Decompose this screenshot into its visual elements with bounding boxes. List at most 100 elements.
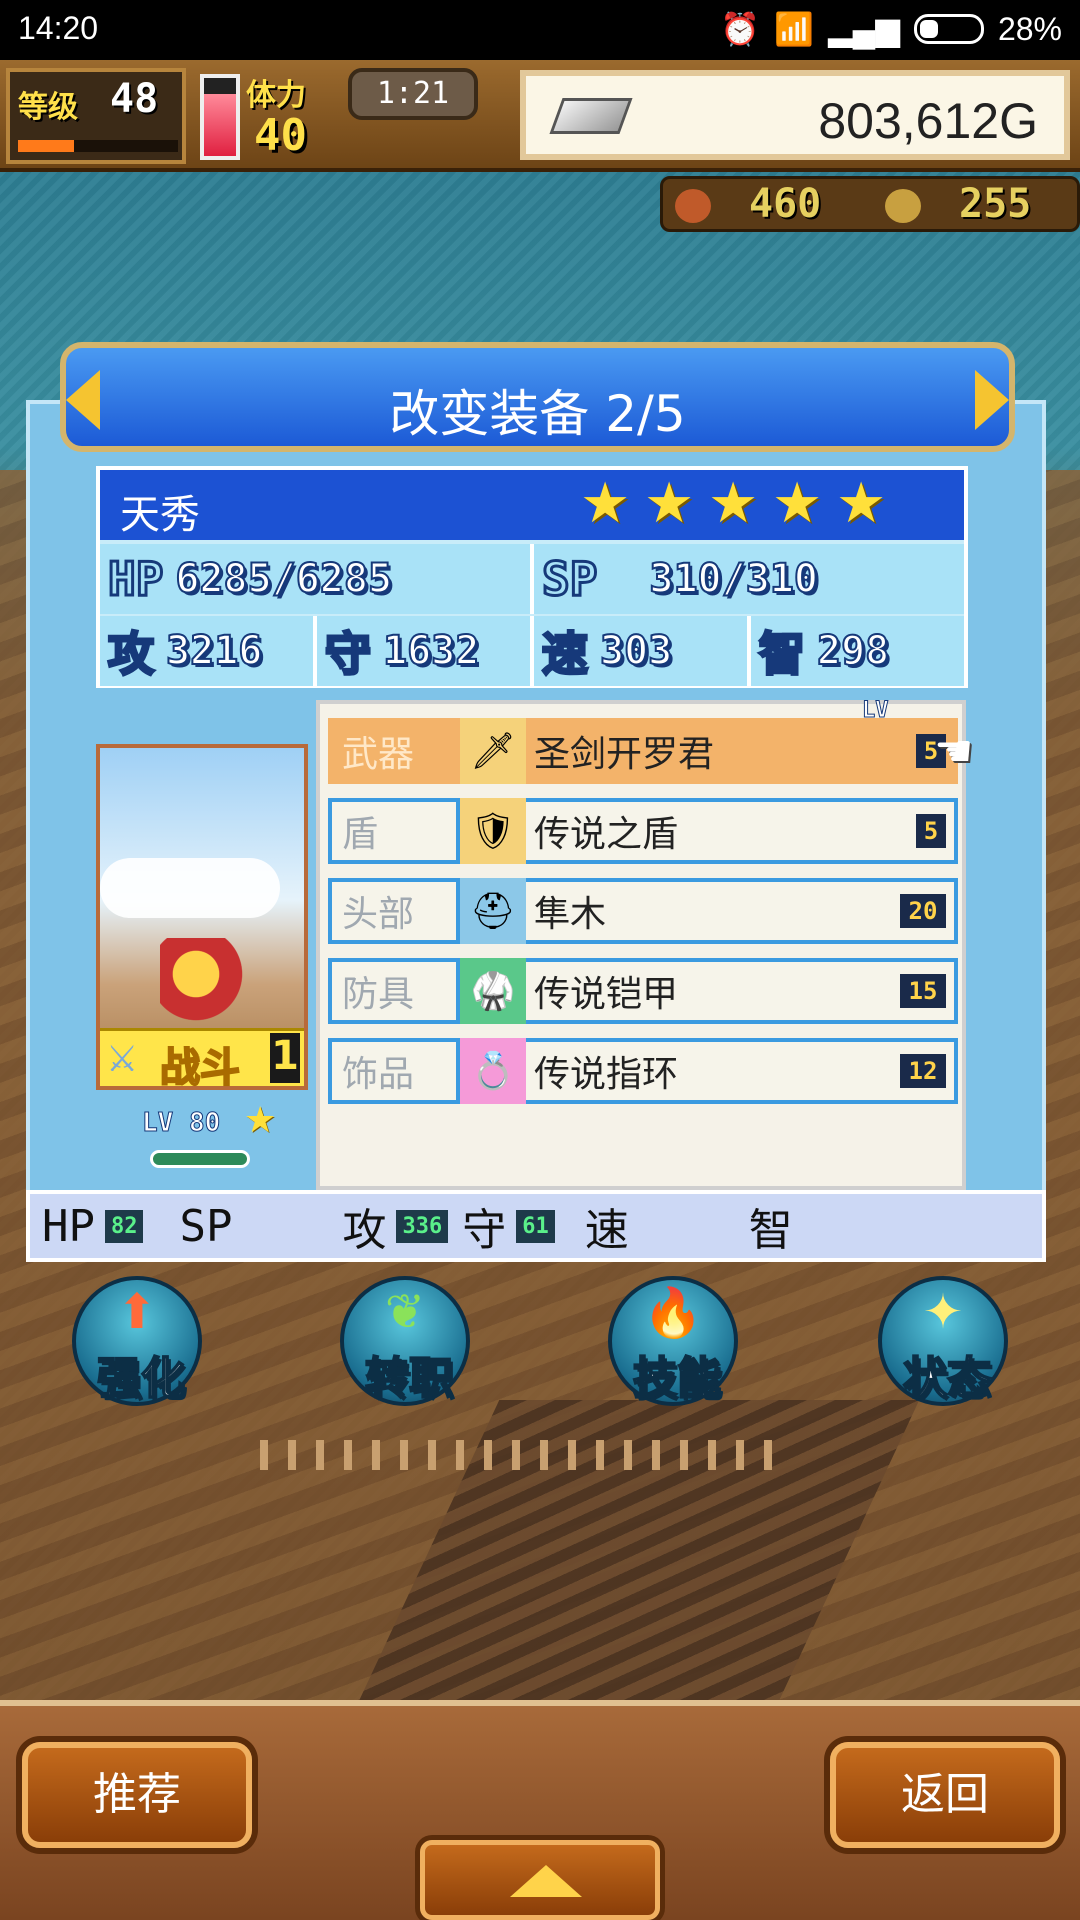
ring-icon: 💍 — [460, 1038, 526, 1104]
stamina-value: 40 — [254, 110, 307, 161]
gold-bar-icon — [549, 98, 633, 134]
clock: 14:20 — [18, 10, 99, 46]
job-change-label: 转职 — [364, 1352, 454, 1405]
attack-value: 3216 — [165, 627, 263, 675]
diff-sp-label: SP — [179, 1200, 233, 1252]
item-name: 隼木 — [534, 894, 607, 935]
leaf-icon: ❦ — [384, 1284, 426, 1340]
triangle-up-icon — [510, 1865, 582, 1897]
recommend-button[interactable]: 推荐 — [22, 1742, 252, 1848]
skill-button[interactable]: 🔥 技能 — [608, 1276, 738, 1406]
flame-icon: 🔥 — [643, 1285, 703, 1341]
character-hp-bar — [150, 1150, 250, 1168]
stat-difference-bar: HP 82 SP 攻 336 守 61 速 智 — [26, 1190, 1046, 1262]
character-stats-card: 天秀 ★ ★ ★ ★ ★ HP 6285/6285 SP 310/310 攻 3… — [96, 466, 968, 688]
diff-intelligence-label: 智 — [748, 1205, 793, 1256]
shield-icon: 🛡 — [460, 798, 526, 864]
sword-icon: ⚔ — [106, 1039, 139, 1080]
item-level: 5 — [916, 814, 946, 848]
diff-defense-label: 守 — [462, 1205, 507, 1256]
equip-row-head[interactable]: 头部 ⛑ 隼木 20 — [328, 878, 958, 944]
attack-label: 攻 — [107, 626, 156, 683]
intelligence-value: 298 — [816, 627, 890, 675]
stamina-label: 体力 — [246, 78, 306, 113]
item-name: 传说铠甲 — [534, 974, 679, 1015]
diff-hp: HP 82 — [42, 1200, 144, 1252]
panel-title: 改变装备 2/5 — [389, 385, 686, 443]
top-hud: 等级 48 体力 40 1:21 803,612G — [0, 60, 1080, 172]
level-value: 48 — [110, 76, 159, 122]
level-progress-fill — [18, 140, 74, 152]
gold-display[interactable]: 803,612G — [520, 70, 1070, 160]
meat-icon — [675, 189, 711, 223]
diff-defense-value: 61 — [516, 1209, 555, 1243]
battle-label: 战斗 — [159, 1044, 241, 1092]
gold-value: 803,612G — [818, 93, 1038, 149]
expand-menu-button[interactable] — [420, 1840, 660, 1920]
character-name: 天秀 — [120, 492, 200, 538]
helmet-icon: ⛑ — [460, 878, 526, 944]
diff-hp-label: HP — [42, 1200, 95, 1252]
battery-level: 28% — [997, 10, 1062, 47]
back-button[interactable]: 返回 — [830, 1742, 1060, 1848]
star-icon: ★ — [580, 471, 631, 536]
level-progress-bar — [18, 140, 178, 152]
defense-cell: 守 1632 — [317, 616, 534, 686]
status-button[interactable]: ✦ 状态 — [878, 1276, 1008, 1406]
battery-icon — [913, 14, 984, 44]
rarity-stars: ★ ★ ★ ★ ★ — [580, 476, 892, 532]
slot-label: 盾 — [332, 802, 460, 860]
diff-attack-value: 336 — [396, 1209, 449, 1243]
character-portrait[interactable]: ⚔ 战斗 1 — [96, 744, 308, 1092]
equip-row-weapon[interactable]: 武器 🗡 圣剑开罗君 5 — [328, 718, 958, 784]
job-change-button[interactable]: ❦ 转职 — [340, 1276, 470, 1406]
battle-tag: ⚔ 战斗 1 — [100, 1028, 304, 1092]
equip-row-shield[interactable]: 盾 🛡 传说之盾 5 — [328, 798, 958, 864]
diff-sp: SP — [179, 1201, 232, 1252]
item-level: 20 — [900, 894, 946, 928]
stamina-gauge — [200, 74, 240, 160]
character-level: LV 80 — [141, 1108, 221, 1139]
next-character-arrow-icon[interactable] — [975, 370, 1009, 430]
item-name: 圣剑开罗君 — [534, 734, 715, 775]
wifi-icon: 📶 — [774, 11, 815, 47]
defense-value: 1632 — [382, 627, 480, 675]
skill-label: 技能 — [632, 1352, 722, 1405]
attack-cell: 攻 3216 — [100, 616, 317, 686]
panel-title-bar: 改变装备 2/5 — [60, 342, 1015, 452]
item-name: 传说之盾 — [534, 814, 679, 855]
hp-value: 6285/6285 — [174, 555, 393, 603]
diff-attack: 攻 336 — [342, 1194, 449, 1258]
deck-railing — [260, 1440, 780, 1470]
coin-icon — [885, 189, 921, 223]
slot-label: 武器 — [332, 722, 460, 780]
slot-label: 防具 — [332, 962, 460, 1020]
star-icon: ★ — [772, 471, 823, 536]
diff-speed-label: 速 — [584, 1205, 629, 1256]
status-icons: ⏰ 📶 ▂▄▆ 28% — [720, 10, 1062, 48]
character-name-row: 天秀 ★ ★ ★ ★ ★ — [100, 470, 964, 540]
equipment-list: 武器 🗡 圣剑开罗君 5 盾 🛡 传说之盾 5 头部 ⛑ 隼木 20 防具 🥋 … — [316, 700, 966, 1190]
diff-defense: 守 61 — [462, 1194, 555, 1258]
sp-label: SP — [540, 551, 598, 608]
equip-row-accessory[interactable]: 饰品 💍 传说指环 12 — [328, 1038, 958, 1104]
enhance-label: 强化 — [96, 1352, 186, 1405]
star-icon: ★ — [836, 471, 887, 536]
attribute-row: 攻 3216 守 1632 速 303 智 298 — [100, 616, 964, 686]
signal-icon: ▂▄▆ — [828, 11, 900, 47]
speed-cell: 速 303 — [534, 616, 751, 686]
resource-bar: 460 255 — [660, 176, 1080, 232]
sp-value: 310/310 — [648, 555, 819, 603]
hp-label: HP — [106, 551, 164, 608]
enhance-button[interactable]: ⬆ 强化 — [72, 1276, 202, 1406]
item-level: 12 — [900, 1054, 946, 1088]
slot-label: 头部 — [332, 882, 460, 940]
defense-label: 守 — [324, 626, 373, 683]
sword-icon: 🗡 — [460, 718, 526, 784]
alarm-icon: ⏰ — [720, 11, 761, 47]
coin-count: 255 — [959, 181, 1032, 227]
speed-label: 速 — [541, 626, 590, 683]
level-label: 等级 — [18, 90, 78, 125]
equip-row-armor[interactable]: 防具 🥋 传说铠甲 15 — [328, 958, 958, 1024]
hp-sp-row: HP 6285/6285 SP 310/310 — [100, 544, 964, 614]
